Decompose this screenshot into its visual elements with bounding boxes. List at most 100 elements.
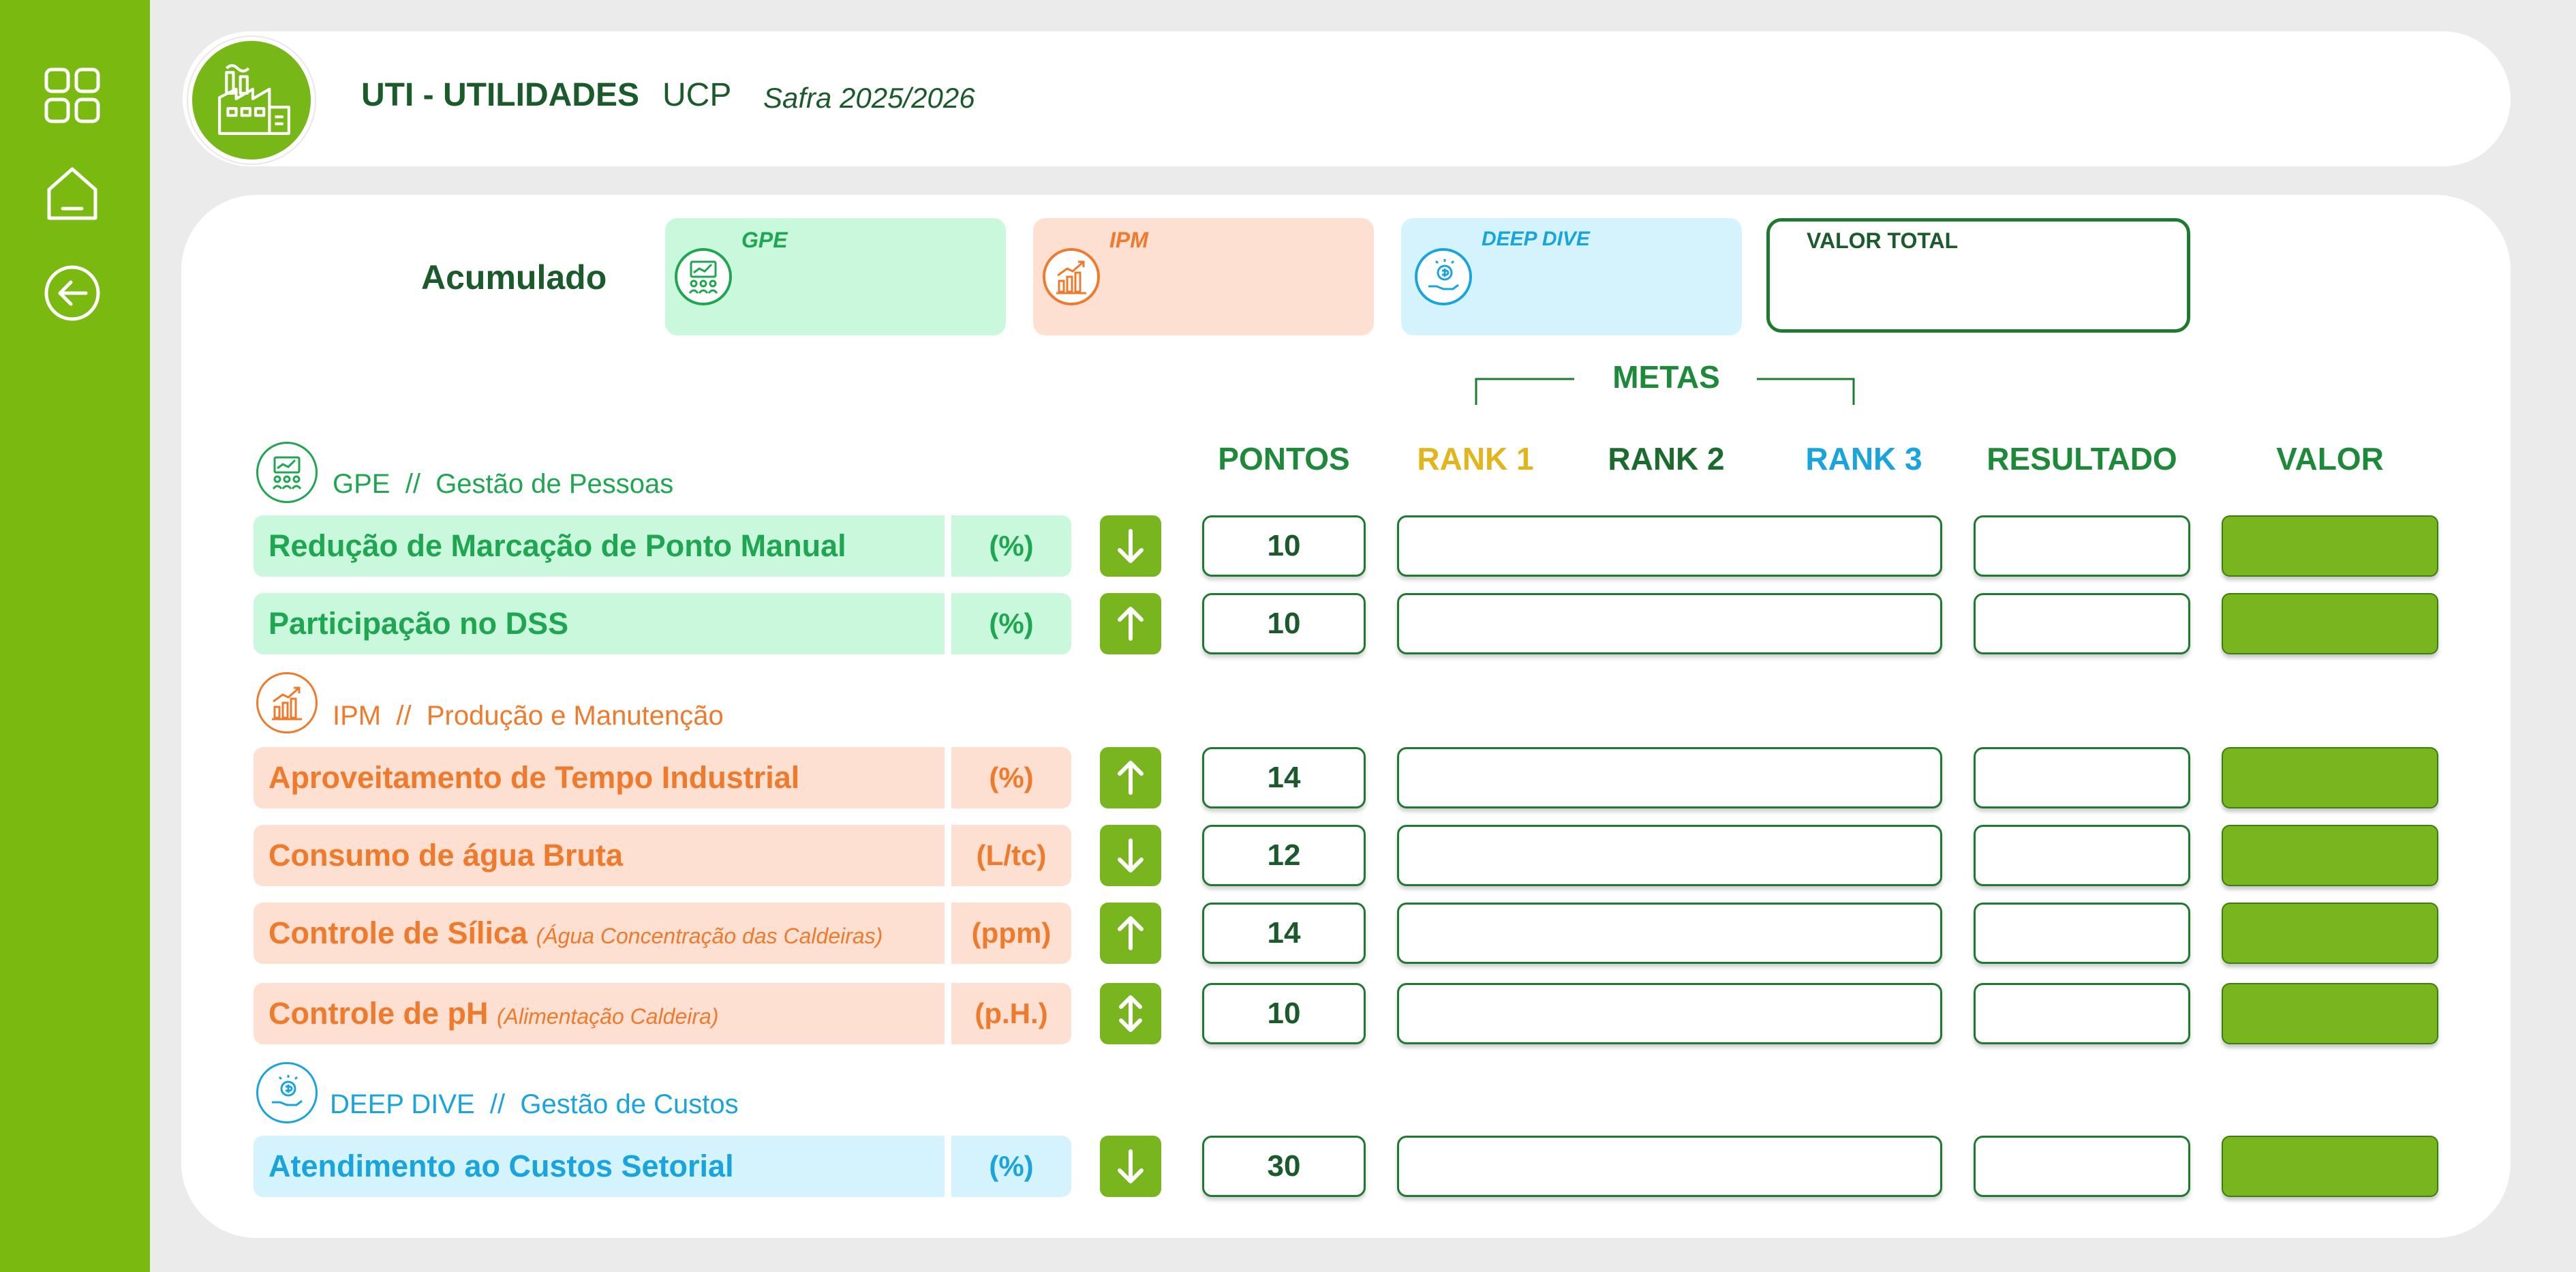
metas-header: METAS bbox=[1612, 359, 1720, 395]
arrow-up-icon bbox=[1118, 916, 1144, 950]
gpe-section-name: Gestão de Pessoas bbox=[435, 469, 674, 499]
home-icon[interactable] bbox=[42, 164, 102, 224]
resultado-input[interactable] bbox=[1974, 825, 2190, 886]
valor-field bbox=[2222, 747, 2438, 808]
back-arrow-icon[interactable] bbox=[42, 263, 102, 323]
arrow-up-button[interactable] bbox=[1100, 747, 1161, 808]
kpi-name: Redução de Marcação de Ponto Manual bbox=[254, 515, 945, 577]
people-chart-icon bbox=[675, 248, 732, 305]
kpi-unit: (ppm) bbox=[951, 903, 1071, 964]
grid-icon[interactable] bbox=[42, 65, 102, 125]
pontos-header: PONTOS bbox=[1218, 441, 1350, 476]
kpi-name: Consumo de água Bruta bbox=[254, 825, 945, 886]
resultado-input[interactable] bbox=[1974, 593, 2190, 654]
acumulado-label: Acumulado bbox=[421, 258, 607, 297]
metas-input[interactable] bbox=[1397, 825, 1942, 886]
unit-label: UCP bbox=[662, 77, 732, 113]
factory-icon bbox=[218, 64, 290, 135]
kpi-unit: (%) bbox=[951, 593, 1071, 654]
arrow-down-icon bbox=[1118, 838, 1144, 873]
valor-field bbox=[2222, 1136, 2438, 1197]
valor-field bbox=[2222, 903, 2438, 964]
rank2-header: RANK 2 bbox=[1608, 441, 1725, 476]
deep-dive-section-name: Gestão de Custos bbox=[520, 1089, 739, 1119]
deep-dive-summary-card: DEEP DIVE bbox=[1401, 218, 1742, 335]
pontos-value: 14 bbox=[1202, 747, 1366, 808]
kpi-unit: (%) bbox=[951, 515, 1071, 577]
valor-field bbox=[2222, 825, 2438, 886]
ipm-section-separator: // bbox=[396, 701, 412, 731]
arrow-up-down-icon bbox=[1119, 995, 1142, 1032]
kpi-name: Atendimento ao Custos Setorial bbox=[254, 1136, 945, 1197]
arrow-down-button[interactable] bbox=[1100, 515, 1161, 577]
deep-dive-summary-label: DEEP DIVE bbox=[1482, 228, 1590, 250]
kpi-unit: (%) bbox=[951, 747, 1071, 808]
pontos-value: 14 bbox=[1202, 903, 1366, 964]
pontos-value: 10 bbox=[1202, 983, 1366, 1044]
gpe-section-icon bbox=[256, 442, 318, 503]
arrow-down-button[interactable] bbox=[1100, 1136, 1161, 1197]
ipm-section-title: IPM // Produção e Manutenção bbox=[333, 701, 724, 731]
ipm-summary-card: IPM bbox=[1033, 218, 1374, 335]
valor-total-card: VALOR TOTAL bbox=[1766, 218, 2190, 333]
kpi-name-note: (Água Concentração das Caldeiras) bbox=[536, 924, 883, 948]
kpi-name-main: Controle de Sílica bbox=[269, 915, 528, 950]
arrow-down-icon bbox=[1118, 1149, 1144, 1183]
kpi-name-note: (Alimentação Caldeira) bbox=[497, 1004, 719, 1029]
pontos-value: 10 bbox=[1202, 593, 1366, 654]
resultado-header: RESULTADO bbox=[1987, 441, 2177, 476]
rank1-header: RANK 1 bbox=[1417, 441, 1534, 476]
metas-input[interactable] bbox=[1397, 903, 1942, 964]
pontos-value: 12 bbox=[1202, 825, 1366, 886]
metas-input[interactable] bbox=[1397, 747, 1942, 808]
valor-field bbox=[2222, 515, 2438, 577]
deep-dive-section-title: DEEP DIVE // Gestão de Custos bbox=[330, 1089, 739, 1120]
gpe-summary-card: GPE bbox=[665, 218, 1006, 335]
ipm-section-icon bbox=[256, 672, 318, 733]
kpi-unit: (p.H.) bbox=[951, 983, 1071, 1044]
deep-dive-section-code: DEEP DIVE bbox=[330, 1089, 475, 1119]
money-hand-icon bbox=[1415, 248, 1472, 305]
resultado-input[interactable] bbox=[1974, 983, 2190, 1044]
resultado-input[interactable] bbox=[1974, 515, 2190, 577]
ipm-section-code: IPM bbox=[333, 701, 382, 731]
valor-field bbox=[2222, 593, 2438, 654]
metas-input[interactable] bbox=[1397, 515, 1942, 577]
ipm-summary-label: IPM bbox=[1109, 228, 1148, 252]
deep-dive-section-icon bbox=[256, 1062, 318, 1123]
valor-total-label: VALOR TOTAL bbox=[1807, 228, 1959, 253]
valor-header: VALOR bbox=[2276, 441, 2384, 476]
sidebar bbox=[0, 0, 150, 1272]
resultado-input[interactable] bbox=[1974, 903, 2190, 964]
kpi-name: Participação no DSS bbox=[254, 593, 945, 654]
kpi-name: Controle de Sílica (Água Concentração da… bbox=[254, 903, 945, 964]
metas-input[interactable] bbox=[1397, 593, 1942, 654]
arrow-up-button[interactable] bbox=[1100, 903, 1161, 964]
valor-field bbox=[2222, 983, 2438, 1044]
arrow-down-button[interactable] bbox=[1100, 825, 1161, 886]
page-title: UTI - UTILIDADES bbox=[361, 77, 639, 113]
rank3-header: RANK 3 bbox=[1805, 441, 1922, 476]
arrow-up-icon bbox=[1118, 761, 1144, 795]
gpe-summary-label: GPE bbox=[741, 228, 788, 252]
kpi-name: Aproveitamento de Tempo Industrial bbox=[254, 747, 945, 808]
metas-input[interactable] bbox=[1397, 1136, 1942, 1197]
metas-input[interactable] bbox=[1397, 983, 1942, 1044]
safra-label: Safra 2025/2026 bbox=[763, 82, 975, 114]
resultado-input[interactable] bbox=[1974, 747, 2190, 808]
pontos-value: 30 bbox=[1202, 1136, 1366, 1197]
pontos-value: 10 bbox=[1202, 515, 1366, 577]
kpi-unit: (L/tc) bbox=[951, 825, 1071, 886]
resultado-input[interactable] bbox=[1974, 1136, 2190, 1197]
factory-logo bbox=[188, 37, 315, 164]
gpe-section-code: GPE bbox=[333, 469, 390, 499]
arrow-up-down-button[interactable] bbox=[1100, 983, 1161, 1044]
gpe-section-separator: // bbox=[405, 469, 420, 499]
ipm-section-name: Produção e Manutenção bbox=[426, 701, 724, 731]
kpi-name-main: Controle de pH bbox=[269, 996, 489, 1031]
gpe-section-title: GPE // Gestão de Pessoas bbox=[333, 469, 673, 500]
deep-dive-section-separator: // bbox=[489, 1089, 506, 1119]
kpi-name: Controle de pH (Alimentação Caldeira) bbox=[254, 983, 945, 1044]
arrow-up-button[interactable] bbox=[1100, 593, 1161, 654]
arrow-down-icon bbox=[1118, 529, 1144, 563]
